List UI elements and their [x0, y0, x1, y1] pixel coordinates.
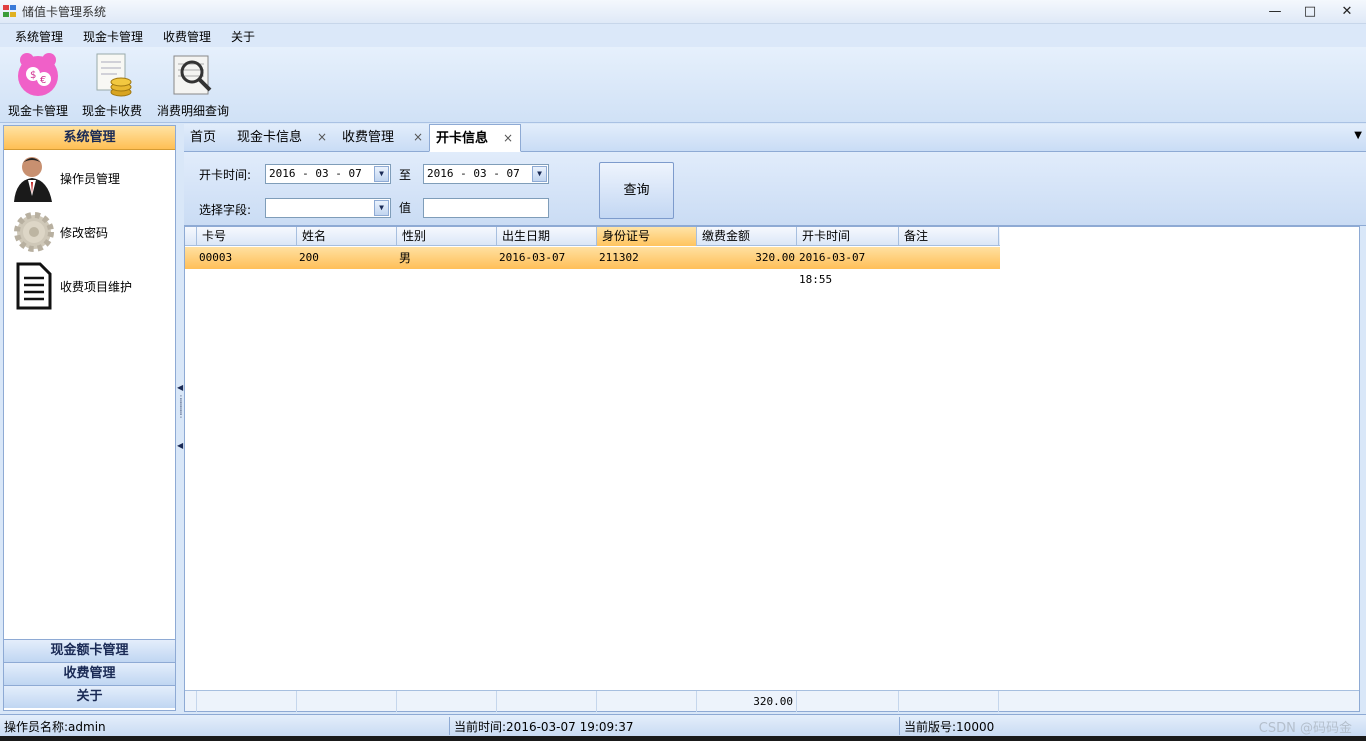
table-row[interactable]: 00003 200 男 2016-03-07 211302 320.00 201…	[185, 247, 1000, 286]
collapse-arrow-icon: ◀	[177, 383, 184, 392]
svg-text:€: €	[40, 75, 46, 86]
toolbar-label: 现金卡管理	[7, 104, 68, 118]
chevron-down-icon[interactable]: ▼	[532, 166, 547, 182]
cell-remark	[899, 247, 999, 269]
sidebar-group-cash-card[interactable]: 现金额卡管理	[4, 639, 175, 662]
tab-home[interactable]: 首页	[184, 124, 222, 152]
menu-fees[interactable]: 收费管理	[163, 28, 211, 45]
status-version: 当前版号:10000	[904, 720, 995, 734]
tab-open-card-info[interactable]: 开卡信息 ×	[429, 124, 521, 152]
value-input[interactable]	[423, 198, 549, 218]
gear-icon	[10, 208, 56, 256]
sidebar-item-fee-items[interactable]: 收费项目维护	[4, 260, 175, 310]
date-from-picker[interactable]: 2016 - 03 - 07 ▼	[265, 164, 391, 184]
document-icon	[10, 262, 56, 310]
query-button[interactable]: 查询	[599, 162, 674, 219]
toolbar-consumption-query-button[interactable]: 消费明细查询	[156, 50, 230, 119]
maximize-button[interactable]: □	[1295, 2, 1325, 22]
sidebar-item-operator[interactable]: 操作员管理	[4, 152, 175, 202]
menu-system[interactable]: 系统管理	[15, 28, 63, 45]
date-to-picker[interactable]: 2016 - 03 - 07 ▼	[423, 164, 549, 184]
column-header[interactable]: 备注	[899, 227, 999, 246]
tab-fee-management[interactable]: 收费管理 ×	[336, 124, 426, 152]
sidebar-splitter[interactable]: ◀ ⋮ ⋮ ⋮ ⋮ ⋮ ◀	[176, 125, 185, 711]
value-label: 值	[399, 201, 412, 215]
status-time: 当前时间:2016-03-07 19:09:37	[454, 720, 634, 734]
tab-label: 开卡信息	[436, 131, 489, 146]
sidebar-item-change-password[interactable]: 修改密码	[4, 206, 175, 256]
tab-label: 收费管理	[342, 130, 395, 145]
column-header[interactable]: 身份证号	[597, 227, 697, 246]
toolbar: $ € 现金卡管理 现金卡收费 消费明细查询	[0, 47, 1366, 123]
minimize-button[interactable]: —	[1260, 2, 1290, 22]
sidebar-item-label: 收费项目维护	[60, 280, 133, 294]
menu-bar: 系统管理 现金卡管理 收费管理 关于	[0, 24, 1366, 47]
select-all-corner[interactable]	[185, 227, 197, 246]
grid-summary-row: 320.00	[185, 690, 1359, 712]
tab-strip: 首页 现金卡信息 × 收费管理 × 开卡信息 × ▼	[184, 124, 1366, 152]
cell-amount: 320.00	[755, 251, 795, 264]
chevron-down-icon[interactable]: ▼	[374, 166, 389, 182]
status-bar: 操作员名称:admin 当前时间:2016-03-07 19:09:37 当前版…	[0, 714, 1366, 736]
cell-name: 200	[299, 251, 319, 264]
sidebar-group-fees[interactable]: 收费管理	[4, 662, 175, 685]
field-select-label: 选择字段:	[199, 203, 252, 217]
column-header[interactable]: 出生日期	[497, 227, 597, 246]
toolbar-cash-card-fee-button[interactable]: 现金卡收费	[80, 50, 144, 119]
sidebar-group-about[interactable]: 关于	[4, 685, 175, 708]
status-operator: 操作员名称:admin	[4, 720, 106, 734]
cell-birth-date: 2016-03-07	[499, 251, 566, 264]
toolbar-label: 现金卡收费	[81, 104, 142, 118]
column-header[interactable]: 缴费金额	[697, 227, 797, 246]
collapse-arrow-icon: ◀	[177, 441, 184, 450]
column-header[interactable]: 姓名	[297, 227, 397, 246]
sidebar-item-label: 操作员管理	[60, 172, 121, 186]
date-from-value: 2016 - 03 - 07	[269, 167, 362, 180]
sidebar-item-label: 修改密码	[60, 226, 109, 240]
magnifier-document-icon	[168, 50, 218, 98]
sidebar-header[interactable]: 系统管理	[4, 126, 175, 150]
menu-about[interactable]: 关于	[231, 28, 255, 45]
menu-cash-card[interactable]: 现金卡管理	[83, 28, 143, 45]
cell-id-number: 211302	[599, 251, 639, 264]
cell-card-no: 00003	[199, 251, 233, 264]
column-header[interactable]: 开卡时间	[797, 227, 899, 246]
cell-gender: 男	[399, 251, 412, 265]
query-panel: 开卡时间: 2016 - 03 - 07 ▼ 至 2016 - 03 - 07 …	[184, 152, 1366, 226]
window-title: 储值卡管理系统	[22, 5, 107, 19]
column-header[interactable]: 性别	[397, 227, 497, 246]
summary-total-amount: 320.00	[697, 691, 797, 712]
close-icon[interactable]: ×	[503, 125, 513, 152]
column-header[interactable]: 卡号	[197, 227, 297, 246]
tab-list-dropdown-icon[interactable]: ▼	[1354, 130, 1362, 141]
close-icon[interactable]: ×	[413, 124, 423, 151]
toolbar-label: 消费明细查询	[156, 104, 229, 118]
tab-label: 现金卡信息	[237, 130, 303, 145]
title-bar: 储值卡管理系统 — □ ✕	[0, 0, 1366, 24]
operator-user-icon	[10, 154, 56, 202]
watermark: CSDN @码码金	[1258, 721, 1352, 736]
tab-cash-card-info[interactable]: 现金卡信息 ×	[231, 124, 331, 152]
open-time-label: 开卡时间:	[199, 168, 252, 182]
svg-text:$: $	[30, 70, 36, 81]
piggy-bank-icon: $ €	[13, 50, 63, 98]
date-to-value: 2016 - 03 - 07	[427, 167, 520, 180]
field-select[interactable]: ▼	[265, 198, 391, 218]
sidebar: 系统管理 操作员管理 修改密码 收费项目维护 现金额卡管理 收费管理 关于	[3, 125, 176, 711]
close-button[interactable]: ✕	[1332, 2, 1362, 22]
screen-edge	[0, 736, 1366, 741]
close-icon[interactable]: ×	[317, 124, 327, 151]
grid-header: 卡号 姓名 性别 出生日期 身份证号 缴费金额 开卡时间 备注	[185, 227, 1000, 246]
to-label: 至	[399, 168, 412, 182]
tab-label: 首页	[190, 130, 217, 145]
coins-ledger-icon	[87, 50, 137, 98]
cell-open-time: 2016-03-07 18:55	[799, 251, 866, 286]
chevron-down-icon[interactable]: ▼	[374, 200, 389, 216]
toolbar-cash-card-button[interactable]: $ € 现金卡管理	[6, 50, 70, 119]
app-icon	[3, 5, 17, 18]
data-grid: 卡号 姓名 性别 出生日期 身份证号 缴费金额 开卡时间 备注 00003 20…	[184, 226, 1360, 712]
